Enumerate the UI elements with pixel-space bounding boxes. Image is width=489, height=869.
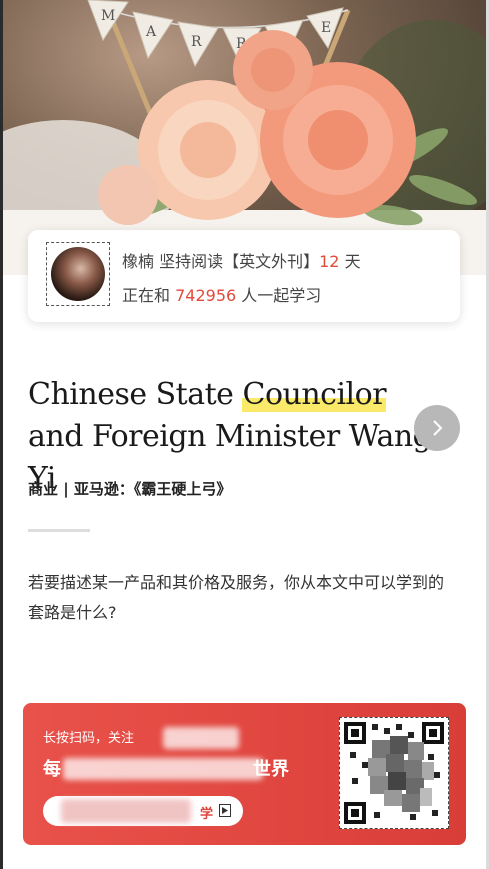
blurred-button-text — [61, 799, 191, 823]
avatar[interactable] — [51, 247, 105, 301]
blurred-tagline — [63, 758, 263, 780]
banner-letter: E — [321, 20, 331, 36]
promo-banner[interactable]: 长按扫码，关注 每世界 学 — [23, 703, 466, 845]
learner-number: 742956 — [175, 286, 237, 305]
learner-prefix: 正在和 — [122, 286, 171, 305]
reader-name: 橡楠 — [122, 252, 155, 271]
title-highlight: Councilor — [242, 377, 387, 412]
banner-letter: A — [145, 24, 157, 40]
blurred-account-name — [163, 727, 239, 749]
reader-stats-card: 橡楠 坚持阅读【英文外刊】12 天 正在和 742956 人一起学习 — [28, 230, 460, 322]
divider — [28, 529, 90, 532]
streak-prefix: 坚持阅读【英文外刊】 — [159, 252, 320, 271]
promo-line1-text: 长按扫码，关注 — [43, 731, 135, 746]
article-subtitle: 商业 | 亚马逊：《霸王硬上弓》 — [28, 480, 232, 498]
promo-instruction: 长按扫码，关注 — [43, 727, 134, 746]
streak-unit: 天 — [344, 252, 361, 271]
promo-button-label: 学 — [199, 807, 213, 822]
banner-letter: M — [101, 8, 115, 24]
title-part-1: Chinese State — [28, 377, 243, 412]
avatar-frame — [46, 242, 110, 306]
learner-count: 正在和 742956 人一起学习 — [122, 282, 321, 306]
reading-streak: 橡楠 坚持阅读【英文外刊】12 天 — [122, 248, 361, 272]
streak-days: 12 — [319, 252, 340, 271]
study-question: 若要描述某一产品和其价格及服务，你从本文中可以学到的套路是什么? — [28, 573, 445, 622]
banner-letter: R — [191, 34, 202, 50]
promo-line2-start: 每 — [43, 759, 61, 780]
learner-suffix: 人一起学习 — [241, 286, 322, 305]
qr-code-image — [344, 722, 444, 824]
chevron-right-icon — [433, 420, 443, 436]
play-icon — [219, 804, 231, 817]
qr-code[interactable] — [339, 717, 449, 829]
next-article-button[interactable] — [414, 405, 460, 451]
